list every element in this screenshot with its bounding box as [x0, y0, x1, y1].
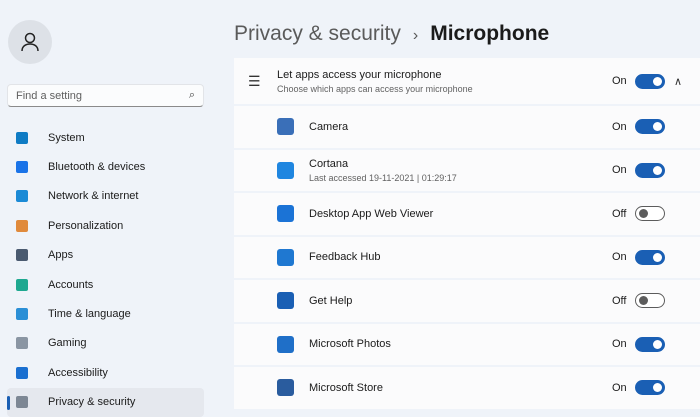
- app-name: Feedback Hub: [309, 251, 381, 264]
- app-row: Feedback Hub On: [234, 236, 700, 280]
- sidebar-item-label: Gaming: [48, 337, 87, 350]
- app-label: Microsoft Photos: [309, 338, 391, 350]
- app-name: Get Help: [309, 294, 353, 307]
- sidebar-item-personalization[interactable]: Personalization: [7, 211, 204, 240]
- chevron-up-icon[interactable]: ∧: [674, 75, 682, 88]
- bluetooth-icon: [16, 161, 28, 174]
- sidebar-item-label: Bluetooth & devices: [48, 161, 146, 174]
- master-subtitle: Choose which apps can access your microp…: [277, 83, 473, 94]
- breadcrumb: Privacy & security › Microphone: [234, 22, 549, 46]
- search-input[interactable]: Find a setting ⌕: [7, 84, 204, 107]
- breadcrumb-separator: ›: [412, 27, 419, 44]
- app-name: Microsoft Photos: [309, 338, 391, 351]
- sidebar-item-bluetooth-devices[interactable]: Bluetooth & devices: [7, 152, 204, 181]
- app-name: Cortana: [309, 157, 349, 170]
- app-label: Get Help: [309, 295, 352, 307]
- app-icon: [277, 248, 294, 266]
- microphone-panel: ☰ Let apps access your microphone Choose…: [234, 58, 700, 411]
- sidebar-item-label: Accounts: [48, 278, 94, 291]
- app-state: On: [612, 381, 627, 394]
- sidebar-item-label: Network & internet: [48, 190, 139, 203]
- sidebar-item-accessibility[interactable]: Accessibility: [7, 358, 204, 387]
- app-name: Camera: [309, 120, 349, 133]
- page-title: Microphone: [430, 22, 550, 45]
- privacy-icon: [16, 396, 28, 409]
- app-state: Off: [612, 294, 627, 307]
- app-toggle[interactable]: [635, 336, 665, 352]
- app-toggle[interactable]: [635, 119, 665, 135]
- app-row: Desktop App Web Viewer Off: [234, 193, 700, 237]
- app-icon: [277, 379, 294, 397]
- app-last-accessed: Last accessed 19-11-2021 | 01:29:17: [309, 172, 457, 183]
- app-icon: [277, 205, 294, 223]
- app-label: Microsoft Store: [309, 382, 383, 394]
- gaming-icon: [16, 337, 28, 350]
- app-row: Microsoft Store On: [234, 367, 700, 411]
- app-toggle[interactable]: [635, 293, 665, 309]
- app-label: Feedback Hub: [309, 251, 381, 263]
- personalization-icon: [16, 219, 28, 232]
- master-toggle-row[interactable]: ☰ Let apps access your microphone Choose…: [234, 58, 700, 106]
- app-state: On: [612, 251, 627, 264]
- app-row: Get Help Off: [234, 280, 700, 324]
- master-label: Let apps access your microphone Choose w…: [277, 69, 473, 94]
- breadcrumb-parent[interactable]: Privacy & security: [234, 22, 401, 45]
- app-state: Off: [612, 207, 627, 220]
- app-toggle[interactable]: [635, 206, 665, 222]
- app-icon: [277, 118, 294, 136]
- app-state: On: [612, 120, 627, 133]
- sidebar-item-network-internet[interactable]: Network & internet: [7, 182, 204, 211]
- app-state: On: [612, 338, 627, 351]
- accessibility-icon: [16, 366, 28, 379]
- app-row: Microsoft Photos On: [234, 323, 700, 367]
- sidebar-item-system[interactable]: System: [7, 123, 204, 152]
- sidebar-nav: System Bluetooth & devices Network & inter…: [7, 123, 204, 417]
- sidebar-item-accounts[interactable]: Accounts: [7, 270, 204, 299]
- app-row: Cortana Last accessed 19-11-2021 | 01:29:…: [234, 149, 700, 193]
- app-state: On: [612, 164, 627, 177]
- sidebar: Find a setting ⌕ System Bluetooth & devic…: [0, 0, 220, 417]
- app-toggle[interactable]: [635, 249, 665, 265]
- search-placeholder: Find a setting: [16, 90, 83, 102]
- sidebar-item-apps[interactable]: Apps: [7, 241, 204, 270]
- apps-icon: [16, 249, 28, 262]
- accounts-icon: [16, 278, 28, 291]
- app-toggle[interactable]: [635, 162, 665, 178]
- search-icon: ⌕: [188, 89, 195, 101]
- sidebar-item-label: System: [48, 131, 85, 144]
- app-label: Desktop App Web Viewer: [309, 208, 433, 220]
- sidebar-item-label: Accessibility: [48, 366, 108, 379]
- app-icon: [277, 161, 294, 179]
- user-icon: [21, 32, 39, 52]
- sidebar-item-label: Personalization: [48, 219, 124, 232]
- avatar[interactable]: [8, 20, 52, 64]
- app-icon: [277, 335, 294, 353]
- app-name: Desktop App Web Viewer: [309, 207, 434, 220]
- master-state: On: [612, 75, 627, 87]
- app-label: Cortana Last accessed 19-11-2021 | 01:29:…: [309, 158, 457, 183]
- sidebar-item-label: Time & language: [48, 308, 131, 321]
- system-icon: [16, 131, 28, 144]
- sidebar-item-time-language[interactable]: Time & language: [7, 299, 204, 328]
- list-icon: ☰: [248, 72, 261, 89]
- app-name: Microsoft Store: [309, 381, 383, 394]
- master-toggle[interactable]: [635, 73, 665, 89]
- app-toggle[interactable]: [635, 380, 665, 396]
- sidebar-item-privacy-security[interactable]: Privacy & security: [7, 387, 204, 417]
- sidebar-item-label: Privacy & security: [48, 396, 136, 409]
- network-icon: [16, 190, 28, 203]
- app-label: Camera: [309, 121, 348, 133]
- app-row: Camera On: [234, 106, 700, 150]
- sidebar-item-label: Apps: [48, 249, 74, 262]
- master-title: Let apps access your microphone: [277, 68, 442, 81]
- time-icon: [16, 308, 28, 321]
- app-icon: [277, 292, 294, 310]
- sidebar-item-gaming[interactable]: Gaming: [7, 329, 204, 358]
